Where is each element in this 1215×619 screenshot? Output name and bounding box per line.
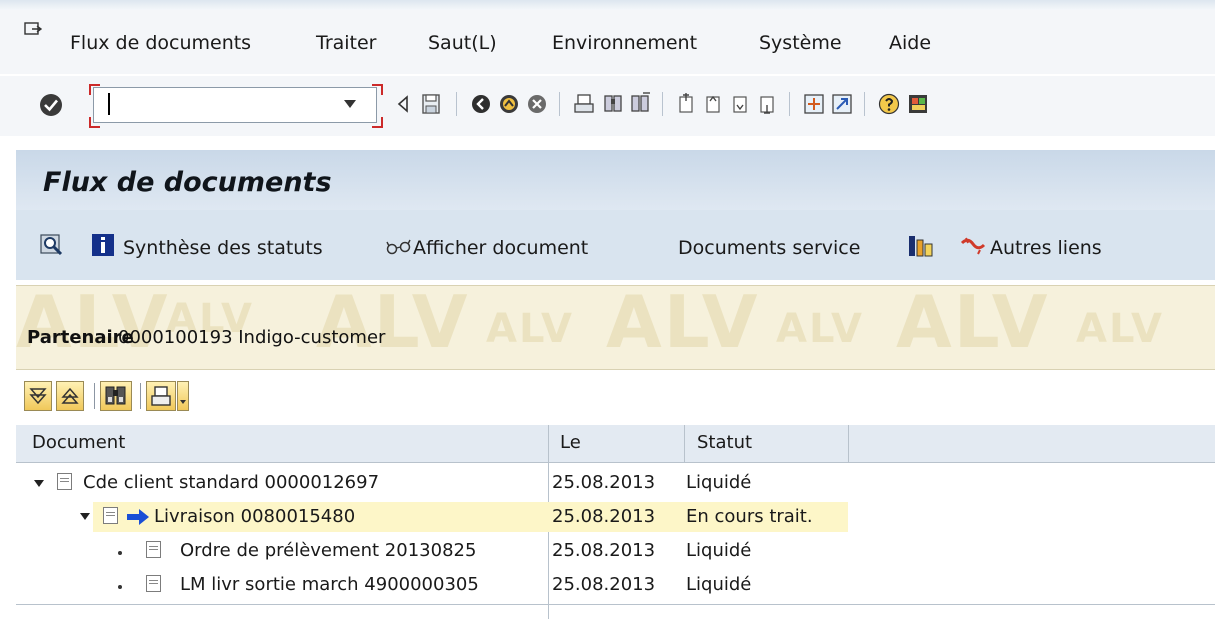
other-links-button[interactable]: Autres liens [990, 236, 1102, 260]
print-button[interactable] [146, 381, 176, 411]
alv-watermark: ALV [776, 306, 864, 352]
leaf-node-dot [118, 551, 122, 555]
toolbar-separator [94, 383, 95, 409]
service-documents-button[interactable]: Documents service [678, 236, 860, 260]
first-page-icon[interactable] [675, 92, 697, 116]
green-back-icon[interactable] [470, 92, 492, 116]
column-header-document[interactable]: Document [32, 432, 125, 454]
alv-watermark: ALV [606, 285, 760, 364]
help-icon[interactable] [878, 92, 900, 116]
partner-value: 0000100193 Indigo-customer [118, 327, 386, 348]
find-next-icon[interactable] [629, 92, 651, 116]
table-bottom-line [16, 604, 1215, 605]
save-icon[interactable] [420, 92, 442, 116]
row-document[interactable]: Ordre de prélèvement 20130825 [180, 540, 476, 562]
last-page-icon[interactable] [756, 92, 778, 116]
document-icon [146, 541, 161, 558]
glasses-icon[interactable] [386, 238, 412, 256]
menu-aide[interactable]: Aide [889, 31, 931, 55]
document-icon [57, 473, 72, 490]
alv-toolbar [16, 372, 1215, 424]
menu-icon[interactable] [24, 22, 43, 38]
menu-systeme[interactable]: Système [759, 31, 842, 55]
row-status: Liquidé [686, 472, 752, 493]
print-menu-button[interactable] [177, 381, 189, 411]
window-top-strip [0, 0, 1215, 10]
document-icon [146, 575, 161, 592]
menu-environnement[interactable]: Environnement [552, 31, 697, 55]
info-icon[interactable] [92, 234, 114, 256]
status-overview-button[interactable]: Synthèse des statuts [123, 236, 323, 260]
create-session-icon[interactable] [803, 92, 825, 116]
expand-all-button[interactable] [24, 381, 52, 411]
find-icon[interactable] [602, 92, 624, 116]
table-header [16, 425, 1215, 463]
expand-node-icon[interactable] [34, 480, 44, 487]
arrow-right-icon [125, 508, 151, 526]
next-page-icon[interactable] [729, 92, 751, 116]
toolbar-separator [864, 92, 865, 116]
command-field[interactable] [93, 87, 377, 123]
alv-watermark: ALV [316, 285, 470, 364]
column-header-status[interactable]: Statut [697, 432, 752, 454]
text-cursor [108, 93, 110, 115]
field-focus-corner [372, 84, 383, 95]
field-focus-corner [372, 117, 383, 128]
row-status: En cours trait. [686, 506, 813, 527]
row-document[interactable]: Livraison 0080015480 [154, 506, 355, 528]
row-status: Liquidé [686, 574, 752, 595]
row-status: Liquidé [686, 540, 752, 561]
back-icon[interactable] [392, 92, 414, 116]
chevron-down-icon[interactable] [344, 100, 356, 108]
link-icon[interactable] [958, 235, 988, 257]
document-icon [103, 507, 118, 524]
cancel-icon[interactable] [526, 92, 548, 116]
display-document-button[interactable]: Afficher document [413, 236, 588, 260]
field-focus-corner [89, 84, 100, 95]
row-date: 25.08.2013 [552, 574, 656, 595]
find-button[interactable] [100, 381, 132, 411]
alv-watermark: ALV [896, 285, 1050, 364]
previous-page-icon[interactable] [702, 92, 724, 116]
toolbar-separator [789, 92, 790, 116]
leaf-node-dot [118, 585, 122, 589]
menu-flux-de-documents[interactable]: Flux de documents [70, 31, 251, 55]
enter-icon[interactable] [40, 94, 62, 116]
toolbar-separator [140, 383, 141, 409]
toolbar-separator [456, 92, 457, 116]
alv-watermark: ALV [486, 306, 574, 352]
menu-traiter[interactable]: Traiter [316, 31, 377, 55]
search-tool-icon[interactable] [40, 234, 64, 258]
exit-icon[interactable] [498, 92, 520, 116]
column-divider [848, 425, 849, 462]
alv-watermark: ALV [16, 285, 170, 364]
hierarchy-icon[interactable] [908, 234, 934, 258]
row-document[interactable]: Cde client standard 0000012697 [83, 472, 379, 494]
row-date: 25.08.2013 [552, 540, 656, 561]
column-header-date[interactable]: Le [560, 432, 581, 454]
page-title: Flux de documents [43, 167, 332, 198]
layout-icon[interactable] [907, 92, 929, 116]
row-date: 25.08.2013 [552, 472, 656, 493]
alv-watermark: ALV [1076, 306, 1164, 352]
collapse-all-button[interactable] [56, 381, 84, 411]
menu-saut[interactable]: Saut(L) [428, 31, 497, 55]
row-date: 25.08.2013 [552, 506, 656, 527]
toolbar-separator [662, 92, 663, 116]
expand-node-icon[interactable] [80, 513, 90, 520]
print-icon[interactable] [573, 92, 595, 116]
column-divider [684, 425, 685, 462]
shortcut-icon[interactable] [831, 92, 853, 116]
row-document[interactable]: LM livr sortie march 4900000305 [180, 574, 479, 596]
toolbar-separator [559, 92, 560, 116]
field-focus-corner [89, 117, 100, 128]
